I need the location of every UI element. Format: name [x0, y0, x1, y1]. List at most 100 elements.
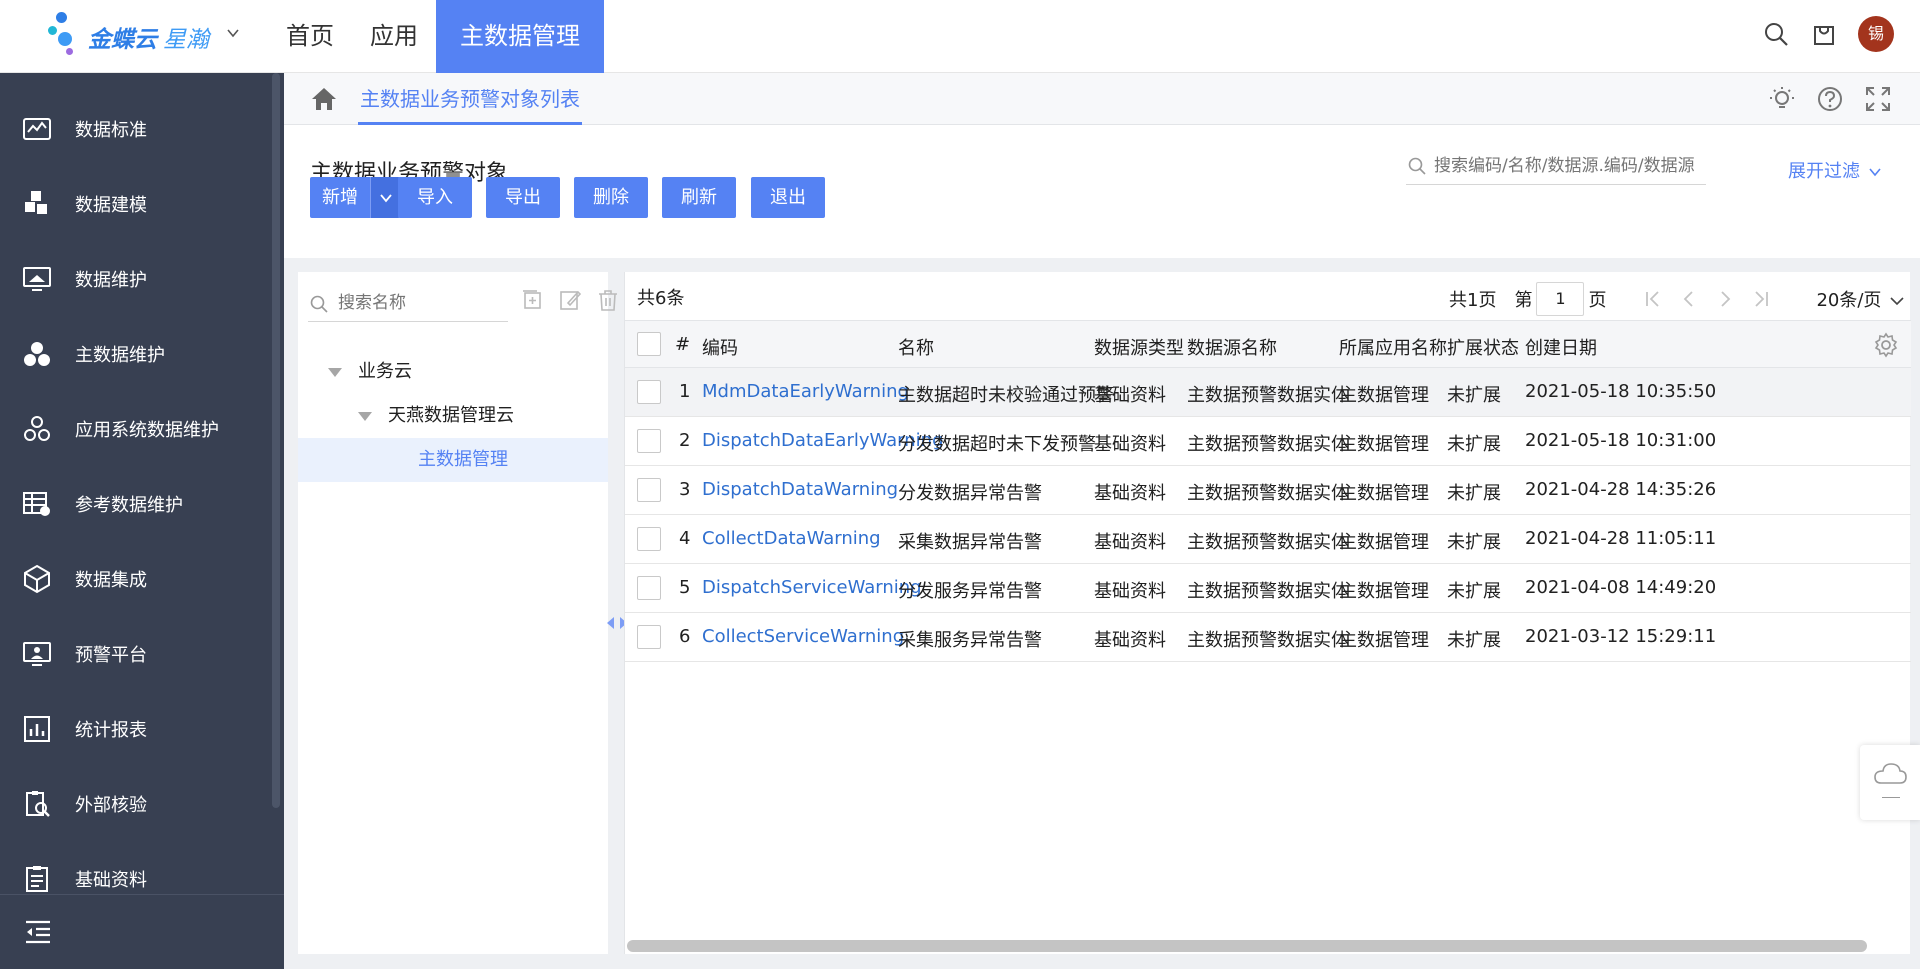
caret-down-icon[interactable]: [328, 368, 342, 377]
add-button-group: 新增: [310, 177, 400, 218]
column-header-name[interactable]: 名称: [898, 334, 934, 360]
sidebar-item-app-system[interactable]: 应用系统数据维护: [0, 391, 284, 466]
tree-node-master-data-mgmt[interactable]: 主数据管理: [298, 438, 608, 482]
shopping-bag-icon[interactable]: [1810, 20, 1838, 48]
column-header-source-name[interactable]: 数据源名称: [1187, 334, 1277, 360]
tree-node-label: 天燕数据管理云: [388, 405, 514, 426]
cell-source-name: 主数据预警数据实体: [1187, 434, 1349, 455]
expand-filter-link[interactable]: 展开过滤: [1788, 157, 1882, 183]
page-suffix: 页: [1588, 290, 1607, 311]
table-row[interactable]: 5 DispatchServiceWarning 分发服务异常告警 基础资料 主数据预警…: [625, 564, 1911, 613]
cell-source-type: 基础资料: [1094, 630, 1166, 651]
tree-search-input[interactable]: [338, 288, 508, 318]
cell-code[interactable]: DispatchServiceWarning: [702, 577, 922, 598]
gear-icon[interactable]: [1873, 332, 1899, 358]
next-page-icon[interactable]: [1714, 288, 1736, 310]
sidebar-item-label: 数据维护: [75, 269, 147, 291]
warning-platform-icon: [23, 641, 51, 666]
record-count: 共6条: [637, 288, 685, 309]
cell-created: 2021-04-08 14:49:20: [1525, 577, 1717, 598]
table-row[interactable]: 6 CollectServiceWarning 采集服务异常告警 基础资料 主数据预警数…: [625, 613, 1911, 662]
column-header-app-name[interactable]: 所属应用名称: [1339, 334, 1447, 360]
sidebar-item-data-maintenance[interactable]: 数据维护: [0, 241, 284, 316]
chevron-down-icon[interactable]: [226, 26, 240, 40]
row-checkbox[interactable]: [637, 429, 661, 453]
nav-master-data[interactable]: 主数据管理: [436, 0, 604, 73]
search-icon[interactable]: [1762, 20, 1790, 48]
column-header-created[interactable]: 创建日期: [1525, 334, 1597, 360]
row-checkbox[interactable]: [637, 478, 661, 502]
column-header-source-type[interactable]: 数据源类型: [1094, 334, 1184, 360]
sidebar-item-label: 统计报表: [75, 719, 147, 741]
delete-button[interactable]: 删除: [574, 177, 648, 218]
cell-index: 2: [679, 430, 691, 451]
cloud-float-button[interactable]: [1860, 745, 1920, 820]
table-row[interactable]: 3 DispatchDataWarning 分发数据异常告警 基础资料 主数据预警数据实…: [625, 466, 1911, 515]
tree-node-business-cloud[interactable]: 业务云: [298, 350, 608, 394]
cell-source-name: 主数据预警数据实体: [1187, 483, 1349, 504]
tab-bar: 主数据业务预警对象列表: [284, 73, 1920, 125]
page-number-input[interactable]: 1: [1536, 282, 1585, 316]
avatar[interactable]: 锡: [1858, 16, 1894, 52]
collapse-menu-icon[interactable]: [24, 919, 52, 945]
cell-code[interactable]: CollectDataWarning: [702, 528, 881, 549]
cell-ext-status: 未扩展: [1447, 483, 1501, 504]
refresh-button[interactable]: 刷新: [662, 177, 736, 218]
tree-toolbar: [520, 288, 620, 312]
tree-node-data-mgmt-cloud[interactable]: 天燕数据管理云: [298, 394, 608, 438]
row-checkbox[interactable]: [637, 625, 661, 649]
cell-app-name: 主数据管理: [1339, 434, 1429, 455]
help-icon[interactable]: [1816, 85, 1844, 113]
sidebar-item-data-integration[interactable]: 数据集成: [0, 541, 284, 616]
cell-code[interactable]: MdmDataEarlyWarning: [702, 381, 909, 402]
nav-apps[interactable]: 应用: [352, 0, 436, 73]
page-size-select[interactable]: 20条/页: [1816, 286, 1905, 312]
column-header-ext-status[interactable]: 扩展状态: [1447, 334, 1519, 360]
sidebar-item-reference-data[interactable]: 参考数据维护: [0, 466, 284, 541]
sidebar-item-data-standard[interactable]: 数据标准: [0, 91, 284, 166]
tree-search-box[interactable]: [308, 284, 508, 322]
row-checkbox[interactable]: [637, 576, 661, 600]
table-row[interactable]: 4 CollectDataWarning 采集数据异常告警 基础资料 主数据预警数据实体…: [625, 515, 1911, 564]
nav-home[interactable]: 首页: [268, 0, 352, 73]
import-button[interactable]: 导入: [398, 177, 472, 218]
select-all-checkbox[interactable]: [637, 332, 661, 356]
export-button[interactable]: 导出: [486, 177, 560, 218]
brand-logo[interactable]: 金蝶云 星瀚: [48, 10, 248, 62]
add-node-icon[interactable]: [520, 288, 544, 312]
cell-code[interactable]: CollectServiceWarning: [702, 626, 904, 647]
row-checkbox[interactable]: [637, 527, 661, 551]
tab-warning-object-list[interactable]: 主数据业务预警对象列表: [358, 83, 582, 125]
home-icon[interactable]: [310, 85, 338, 113]
trash-icon[interactable]: [596, 288, 620, 312]
add-dropdown-button[interactable]: [370, 177, 400, 218]
horizontal-scrollbar[interactable]: [627, 940, 1867, 952]
table-row[interactable]: 1 MdmDataEarlyWarning 主数据超时未校验通过预警 基础资料 主数据预…: [625, 368, 1911, 417]
add-button[interactable]: 新增: [310, 177, 370, 218]
cell-code[interactable]: DispatchDataWarning: [702, 479, 898, 500]
sidebar-item-master-data[interactable]: 主数据维护: [0, 316, 284, 391]
cell-ext-status: 未扩展: [1447, 630, 1501, 651]
sidebar-item-warning-platform[interactable]: 预警平台: [0, 616, 284, 691]
fullscreen-icon[interactable]: [1864, 85, 1892, 113]
exit-button[interactable]: 退出: [751, 177, 825, 218]
sidebar-item-external-check[interactable]: 外部核验: [0, 766, 284, 841]
sidebar-item-data-modeling[interactable]: 数据建模: [0, 166, 284, 241]
lightbulb-icon[interactable]: [1768, 85, 1796, 113]
list-search-box[interactable]: [1406, 147, 1706, 185]
row-checkbox[interactable]: [637, 380, 661, 404]
first-page-icon[interactable]: [1642, 288, 1664, 310]
table-row[interactable]: 2 DispatchDataEarlyWarning 分发数据超时未下发预警 基础资料…: [625, 417, 1911, 466]
cell-source-name: 主数据预警数据实体: [1187, 581, 1349, 602]
last-page-icon[interactable]: [1750, 288, 1772, 310]
column-header-code[interactable]: 编码: [702, 334, 738, 360]
master-data-icon: [24, 341, 50, 366]
list-search-input[interactable]: [1434, 151, 1704, 181]
edit-icon[interactable]: [558, 288, 582, 312]
divider: [1882, 797, 1900, 798]
prev-page-icon[interactable]: [1678, 288, 1700, 310]
search-icon: [1408, 157, 1426, 175]
caret-down-icon[interactable]: [358, 412, 372, 421]
cell-app-name: 主数据管理: [1339, 630, 1429, 651]
sidebar-item-report[interactable]: 统计报表: [0, 691, 284, 766]
